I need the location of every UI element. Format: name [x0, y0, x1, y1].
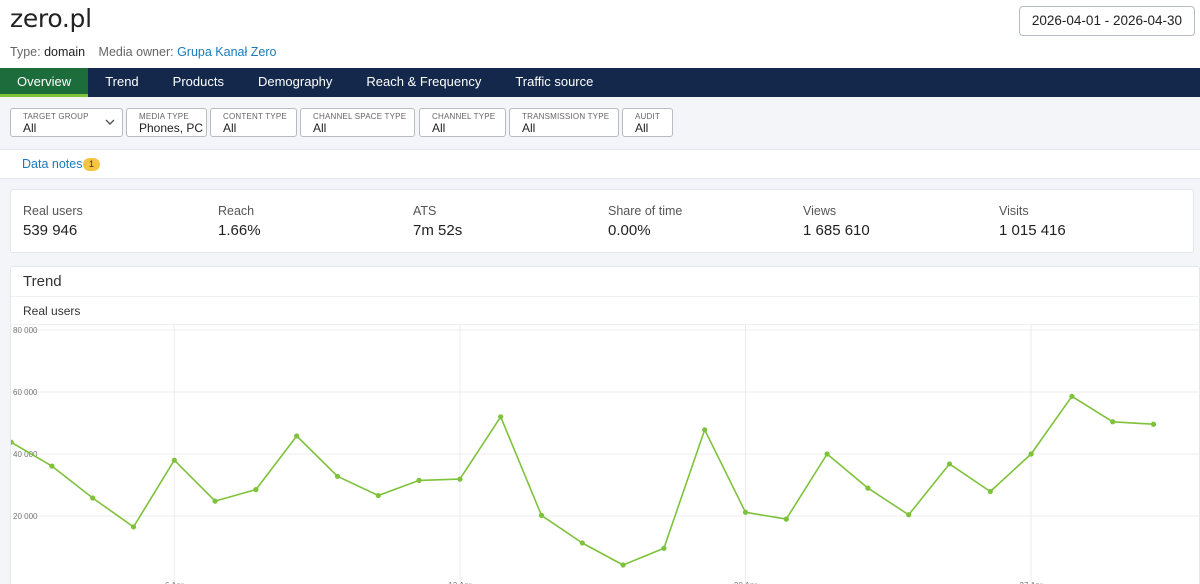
data-point — [987, 488, 993, 495]
data-point — [1150, 421, 1157, 427]
tab-products[interactable]: Products — [156, 68, 241, 97]
page-meta: Type: domain Media owner: Grupa Kanał Ze… — [10, 45, 276, 59]
filter-value: All — [635, 121, 649, 135]
tab-reach-frequency[interactable]: Reach & Frequency — [349, 68, 498, 97]
kpi-value: 1 685 610 — [803, 222, 870, 239]
kpi-label: ATS — [413, 204, 437, 218]
tab-overview[interactable]: Overview — [0, 68, 89, 97]
kpi-label: Views — [803, 204, 837, 218]
channel-type-filter[interactable]: CHANNEL TYPE All — [419, 108, 506, 137]
data-point — [702, 427, 708, 433]
kpi-summary-card: Real users 539 946 Reach 1.66% ATS 7m 52… — [10, 189, 1194, 253]
audit-filter[interactable]: AUDIT All — [622, 108, 673, 137]
kpi-label: Share of time — [608, 204, 683, 218]
trend-card: Trend Real users 20 000 40 000 60 000 80 00… — [10, 266, 1200, 584]
series-line — [11, 395, 1154, 566]
data-point — [212, 498, 218, 504]
real-users-line-chart: 20 00040 00060 00080 0006 Apr13 Apr20 Ap… — [11, 324, 1200, 584]
data-point — [824, 451, 830, 457]
data-point — [742, 509, 749, 515]
owner-label: Media owner: — [98, 45, 174, 59]
data-point — [1028, 451, 1034, 457]
kpi-ats: ATS 7m 52s — [413, 204, 462, 239]
content-type-filter[interactable]: CONTENT TYPE All — [210, 108, 297, 137]
page-title: zero.pl — [10, 4, 92, 33]
filter-value: All — [313, 121, 327, 135]
kpi-views: Views 1 685 610 — [803, 204, 870, 239]
target-group-dropdown-button[interactable] — [98, 108, 123, 137]
data-point — [416, 477, 422, 483]
filter-value: Phones, PC — [139, 121, 204, 135]
kpi-reach: Reach 1.66% — [218, 204, 261, 239]
filter-bar: TARGET GROUP All MEDIA TYPE Phones, PC C… — [0, 97, 1200, 149]
data-point — [130, 524, 137, 530]
filter-label: CHANNEL TYPE — [432, 112, 496, 121]
data-point — [334, 473, 341, 479]
filter-label: TRANSMISSION TYPE — [522, 112, 610, 121]
data-point — [375, 492, 381, 499]
filter-label: MEDIA TYPE — [139, 112, 189, 121]
data-point — [498, 414, 504, 420]
data-point — [946, 461, 953, 467]
filter-label: TARGET GROUP — [23, 112, 89, 121]
filter-label: CONTENT TYPE — [223, 112, 287, 121]
data-point — [171, 457, 177, 463]
filter-value: All — [23, 121, 37, 135]
data-notes-count-badge: 1 — [83, 158, 100, 171]
y-tick-label: 80 000 — [13, 326, 38, 335]
kpi-label: Reach — [218, 204, 255, 218]
kpi-real-users: Real users 539 946 — [23, 204, 83, 239]
kpi-label: Visits — [999, 204, 1029, 218]
filter-value: All — [522, 121, 536, 135]
type-label: Type: — [10, 45, 41, 59]
transmission-type-filter[interactable]: TRANSMISSION TYPE All — [509, 108, 619, 137]
data-point — [1110, 419, 1116, 425]
data-point — [49, 463, 55, 469]
data-point — [1069, 393, 1075, 399]
kpi-label: Real users — [23, 204, 83, 218]
chevron-down-icon — [105, 119, 115, 125]
y-tick-label: 60 000 — [13, 388, 38, 397]
tab-traffic-source[interactable]: Traffic source — [498, 68, 610, 97]
data-point — [253, 487, 259, 493]
data-point — [620, 562, 626, 568]
kpi-value: 1 015 416 — [999, 222, 1066, 239]
kpi-visits: Visits 1 015 416 — [999, 204, 1066, 239]
data-point — [906, 512, 912, 518]
date-range-picker[interactable]: 2026-04-01 - 2026-04-30 — [1018, 6, 1195, 36]
data-point — [538, 512, 545, 518]
filter-label: CHANNEL SPACE TYPE — [313, 112, 407, 121]
filter-label: AUDIT — [635, 112, 660, 121]
page-header: zero.pl Type: domain Media owner: Grupa … — [0, 0, 1200, 68]
kpi-value: 539 946 — [23, 222, 78, 239]
main-nav: Overview Trend Products Demography Reach… — [0, 68, 1200, 97]
data-point — [783, 516, 789, 522]
kpi-share-of-time: Share of time 0.00% — [608, 204, 682, 239]
kpi-value: 7m 52s — [413, 222, 463, 239]
filter-value: All — [432, 121, 446, 135]
data-point — [457, 476, 463, 482]
channel-space-type-filter[interactable]: CHANNEL SPACE TYPE All — [300, 108, 415, 137]
y-tick-label: 20 000 — [13, 512, 38, 521]
type-value: domain — [44, 45, 86, 59]
data-notes-bar: Data notes 1 — [0, 149, 1200, 179]
kpi-value: 1.66% — [218, 222, 261, 239]
target-group-filter[interactable]: TARGET GROUP All — [10, 108, 99, 137]
media-type-filter[interactable]: MEDIA TYPE Phones, PC — [126, 108, 207, 137]
tab-demography[interactable]: Demography — [241, 68, 349, 97]
data-point — [294, 433, 300, 439]
data-point — [661, 545, 667, 551]
data-point — [579, 540, 585, 546]
data-point — [865, 485, 871, 491]
data-notes-link[interactable]: Data notes — [22, 157, 82, 171]
data-point — [90, 495, 96, 501]
media-owner-link[interactable]: Grupa Kanał Zero — [177, 45, 276, 59]
kpi-value: 0.00% — [608, 222, 651, 239]
tab-trend[interactable]: Trend — [88, 68, 155, 97]
filter-value: All — [223, 121, 237, 135]
